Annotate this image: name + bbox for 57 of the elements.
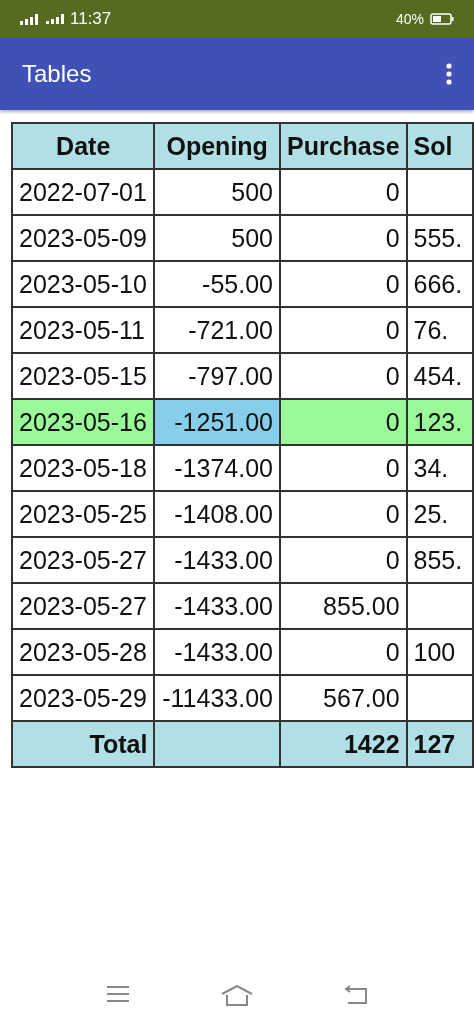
table-cell: 500 — [154, 215, 280, 261]
table-cell: 0 — [280, 169, 407, 215]
table-cell: 76. — [406, 307, 473, 353]
signal-icon — [46, 14, 64, 24]
table-cell: 0 — [280, 629, 407, 675]
table-cell: 2023-05-28 — [12, 629, 155, 675]
table-cell: -1433.00 — [154, 629, 280, 675]
table-cell: 666. — [406, 261, 473, 307]
table-cell: -1251.00 — [154, 399, 280, 445]
table-cell: -1433.00 — [154, 537, 280, 583]
table-cell: -1374.00 — [154, 445, 280, 491]
app-title: Tables — [22, 60, 93, 88]
column-header: Date — [12, 123, 155, 169]
table-cell: 100 — [406, 629, 473, 675]
table-cell: 2023-05-10 — [12, 261, 155, 307]
table-cell: 2022-07-01 — [12, 169, 155, 215]
table-cell: 2023-05-18 — [12, 445, 155, 491]
table-cell: 855. — [406, 537, 473, 583]
table-cell: 2023-05-09 — [12, 215, 155, 261]
more-icon[interactable] — [446, 63, 452, 85]
table-cell: 0 — [280, 491, 407, 537]
column-header: Sol — [406, 123, 473, 169]
table-cell: 2023-05-16 — [12, 399, 155, 445]
table-cell: 0 — [280, 215, 407, 261]
total-label: Total — [12, 721, 155, 767]
back-icon[interactable] — [344, 985, 369, 1005]
menu-icon[interactable] — [105, 985, 130, 1003]
table-cell: 127 — [406, 721, 473, 767]
table-cell: 1422 — [280, 721, 407, 767]
battery-level: 40% — [395, 11, 424, 27]
table-cell: 855.00 — [280, 583, 407, 629]
table-cell: 25. — [406, 491, 473, 537]
table-cell: 2023-05-27 — [12, 583, 155, 629]
table-cell: 555. — [406, 215, 473, 261]
table-cell: 123. — [406, 399, 473, 445]
table-cell: 2023-05-11 — [12, 307, 155, 353]
column-header: Purchase — [280, 123, 407, 169]
table-cell: 0 — [280, 399, 407, 445]
table-cell: 0 — [280, 307, 407, 353]
clock: 11:37 — [70, 9, 112, 29]
table-cell: 2023-05-27 — [12, 537, 155, 583]
table-cell — [406, 169, 473, 215]
home-icon[interactable] — [221, 985, 253, 1007]
table-cell: 34. — [406, 445, 473, 491]
table-cell: 0 — [280, 445, 407, 491]
table-cell: -55.00 — [154, 261, 280, 307]
table-cell: 500 — [154, 169, 280, 215]
table-cell: -721.00 — [154, 307, 280, 353]
table-cell: 0 — [280, 261, 407, 307]
table-cell: -1433.00 — [154, 583, 280, 629]
table-cell: 2023-05-25 — [12, 491, 155, 537]
table-cell — [406, 583, 473, 629]
column-header: Opening — [154, 123, 280, 169]
table-cell: 0 — [280, 537, 407, 583]
battery-icon — [430, 13, 454, 25]
signal-icon — [20, 13, 40, 25]
table-cell: -1408.00 — [154, 491, 280, 537]
